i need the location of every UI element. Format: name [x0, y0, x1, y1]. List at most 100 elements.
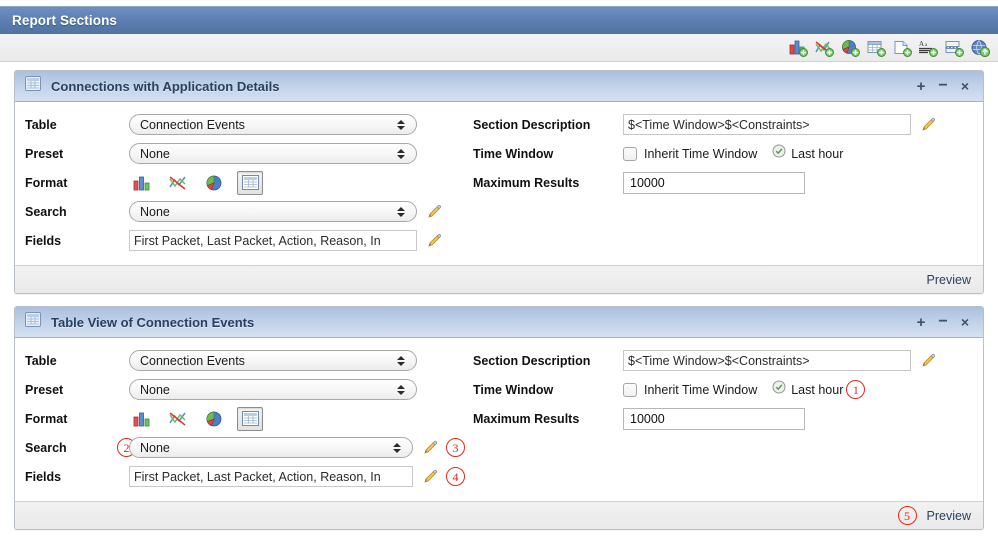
svg-text:a: a — [925, 43, 928, 48]
add-page-break-icon[interactable] — [942, 37, 966, 59]
section-footer: 5 Preview — [15, 501, 983, 529]
preset-label: Preset — [25, 382, 64, 397]
format-pie-chart-icon[interactable] — [201, 171, 227, 195]
add-table-icon[interactable] — [864, 37, 888, 59]
fields-label: Fields — [25, 233, 62, 248]
annotation-marker-3: 3 — [446, 438, 465, 457]
add-bar-chart-icon[interactable] — [786, 37, 810, 59]
maximum-results-row: Maximum Results 10000 — [473, 168, 973, 197]
add-pie-chart-icon[interactable] — [838, 37, 862, 59]
preview-link[interactable]: Preview — [927, 509, 971, 523]
section-description-row: Section Description $<Time Window>$<Cons… — [473, 110, 973, 139]
time-window-value-group[interactable]: Last hour — [772, 144, 843, 163]
section-description-row: Section Description $<Time Window>$<Cons… — [473, 346, 973, 375]
table-row: Table Connection Events — [25, 110, 465, 139]
format-pie-chart-icon[interactable] — [201, 407, 227, 431]
report-section-panel: Table View of Connection Events + − × Ta… — [14, 306, 984, 530]
annotation-marker-1: 1 — [846, 380, 866, 399]
report-sections-body: Connections with Application Details + −… — [0, 62, 998, 548]
section-body: Table Connection Events Preset None Form… — [15, 338, 983, 501]
table-section-icon — [25, 312, 41, 332]
preset-select[interactable]: None — [129, 379, 417, 400]
format-bar-chart-icon[interactable] — [129, 171, 155, 195]
annotation-marker-4: 4 — [446, 467, 465, 486]
edit-fields-pencil-icon[interactable] — [424, 231, 444, 251]
section-description-label: Section Description — [473, 117, 591, 132]
preset-select-value: None — [140, 382, 170, 397]
add-section-button[interactable]: + — [911, 76, 931, 96]
search-select-value: None — [140, 204, 170, 219]
svg-text:A: A — [919, 40, 924, 48]
edit-description-pencil-icon[interactable] — [918, 115, 938, 135]
search-select[interactable]: None — [129, 201, 417, 222]
add-page-icon[interactable] — [890, 37, 914, 59]
table-section-icon — [25, 76, 41, 96]
search-row: Search 2 None 3 — [25, 433, 465, 462]
format-label: Format — [25, 175, 68, 190]
chevron-updown-icon — [397, 148, 405, 159]
import-icon[interactable] — [968, 37, 992, 59]
fields-input[interactable]: First Packet, Last Packet, Action, Reaso… — [129, 230, 417, 251]
time-window-value-group[interactable]: Last hour — [772, 380, 843, 399]
section-left-column: Table Connection Events Preset None Form… — [25, 346, 465, 491]
format-line-chart-icon[interactable] — [165, 171, 191, 195]
preset-select[interactable]: None — [129, 143, 417, 164]
time-window-value: Last hour — [791, 382, 844, 397]
search-label: Search — [25, 204, 67, 219]
edit-search-pencil-icon[interactable] — [424, 202, 444, 222]
table-select-value: Connection Events — [140, 117, 245, 132]
format-line-chart-icon[interactable] — [165, 407, 191, 431]
search-select[interactable]: None — [129, 437, 413, 458]
maximum-results-input[interactable]: 10000 — [623, 171, 805, 194]
remove-section-button[interactable]: − — [933, 76, 953, 96]
section-title: Connections with Application Details — [51, 78, 280, 94]
inherit-time-window-label: Inherit Time Window — [644, 382, 758, 397]
format-table-icon[interactable] — [237, 170, 263, 195]
edit-fields-pencil-icon[interactable] — [420, 467, 440, 487]
inherit-time-window-checkbox[interactable] — [623, 146, 637, 161]
format-table-icon[interactable] — [237, 406, 263, 431]
annotation-marker-5: 5 — [897, 506, 917, 525]
add-line-chart-icon[interactable] — [812, 37, 836, 59]
preset-select-value: None — [140, 146, 170, 161]
inherit-time-window-checkbox[interactable] — [623, 382, 637, 397]
format-row: Format — [25, 404, 465, 433]
table-label: Table — [25, 353, 57, 368]
preset-row: Preset None — [25, 139, 465, 168]
close-section-button[interactable]: × — [955, 76, 975, 96]
maximum-results-label: Maximum Results — [473, 411, 580, 426]
time-window-label: Time Window — [473, 146, 554, 161]
fields-row: Fields First Packet, Last Packet, Action… — [25, 226, 465, 255]
format-label: Format — [25, 411, 68, 426]
edit-description-pencil-icon[interactable] — [918, 351, 938, 371]
add-section-button[interactable]: + — [911, 312, 931, 332]
maximum-results-label: Maximum Results — [473, 175, 580, 190]
remove-section-button[interactable]: − — [933, 312, 953, 332]
section-description-input[interactable]: $<Time Window>$<Constraints> — [623, 350, 911, 371]
add-text-icon[interactable]: A a — [916, 37, 940, 59]
format-row: Format — [25, 168, 465, 197]
section-toolbar: A a — [0, 34, 998, 62]
close-section-button[interactable]: × — [955, 312, 975, 332]
table-row: Table Connection Events — [25, 346, 465, 375]
fields-label: Fields — [25, 469, 62, 484]
section-left-column: Table Connection Events Preset None Form… — [25, 110, 465, 255]
preset-label: Preset — [25, 146, 64, 161]
report-sections-window: Report Sections A a Connections with App… — [0, 0, 998, 548]
section-header: Table View of Connection Events + − × — [15, 307, 983, 338]
format-bar-chart-icon[interactable] — [129, 407, 155, 431]
maximum-results-row: Maximum Results 10000 — [473, 404, 973, 433]
section-header: Connections with Application Details + −… — [15, 71, 983, 102]
fields-input[interactable]: First Packet, Last Packet, Action, Reaso… — [129, 466, 413, 487]
fields-row: Fields First Packet, Last Packet, Action… — [25, 462, 465, 491]
chevron-updown-icon — [393, 442, 401, 453]
edit-search-pencil-icon[interactable] — [420, 438, 440, 458]
maximum-results-input[interactable]: 10000 — [623, 407, 805, 430]
time-window-row: Time Window Inherit Time Window Last hou… — [473, 375, 973, 404]
section-description-input[interactable]: $<Time Window>$<Constraints> — [623, 114, 911, 135]
table-select-value: Connection Events — [140, 353, 245, 368]
section-title: Table View of Connection Events — [51, 314, 255, 330]
table-select[interactable]: Connection Events — [129, 350, 417, 371]
table-select[interactable]: Connection Events — [129, 114, 417, 135]
preview-link[interactable]: Preview — [927, 273, 971, 287]
